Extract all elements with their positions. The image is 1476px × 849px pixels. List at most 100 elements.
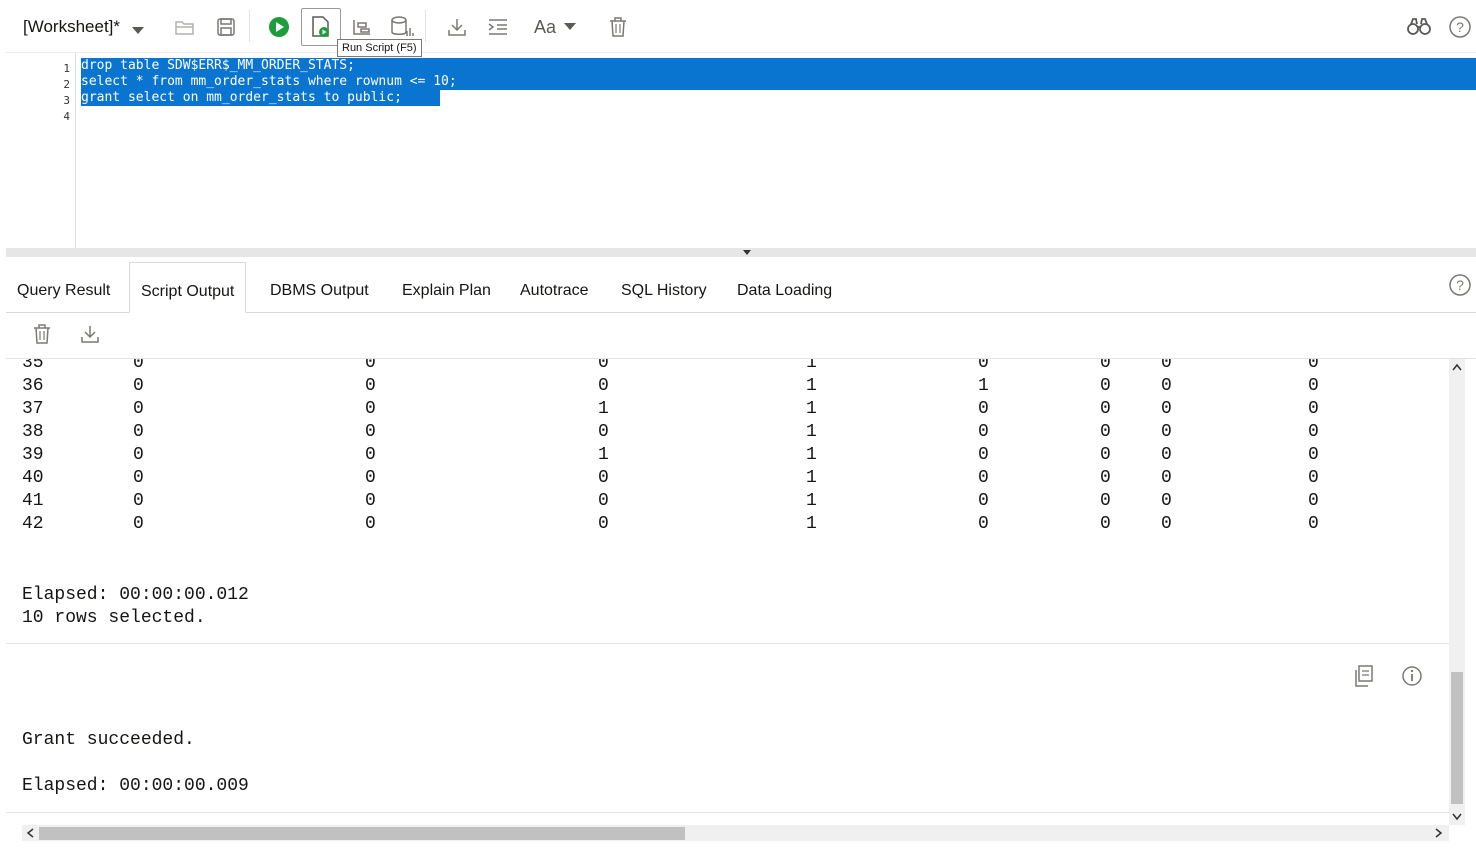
- format-indent-icon[interactable]: [485, 14, 511, 40]
- tab-script-output[interactable]: Script Output: [129, 262, 247, 313]
- table-cell: 0: [1308, 445, 1319, 465]
- table-cell: 35: [22, 359, 44, 373]
- worksheet-title[interactable]: [Worksheet]*: [23, 17, 120, 37]
- table-cell: 1: [806, 399, 817, 419]
- table-cell: 1: [806, 445, 817, 465]
- table-cell: 0: [365, 399, 376, 419]
- table-cell: 0: [1308, 359, 1319, 373]
- code-line[interactable]: grant select on mm_order_stats to public…: [81, 90, 402, 106]
- autotrace-icon[interactable]: [389, 14, 415, 40]
- clear-output-trash-icon[interactable]: [33, 324, 51, 349]
- table-cell: 0: [365, 359, 376, 373]
- tab-sql-history[interactable]: SQL History: [610, 262, 718, 311]
- vertical-scrollbar[interactable]: [1449, 359, 1465, 825]
- table-cell: 0: [1161, 514, 1172, 534]
- table-cell: 0: [598, 359, 609, 373]
- help-icon[interactable]: ?: [1449, 274, 1471, 301]
- tab-explain-plan[interactable]: Explain Plan: [391, 262, 502, 311]
- run-statement-icon[interactable]: [266, 14, 292, 40]
- table-cell: 0: [133, 445, 144, 465]
- table-cell: 0: [365, 376, 376, 396]
- download-icon[interactable]: [80, 324, 100, 349]
- svg-text:?: ?: [1456, 19, 1464, 35]
- table-cell: 0: [978, 359, 989, 373]
- help-icon[interactable]: ?: [1447, 14, 1473, 40]
- table-cell: 0: [598, 468, 609, 488]
- table-cell: 37: [22, 399, 44, 419]
- table-cell: 0: [1161, 468, 1172, 488]
- tab-autotrace[interactable]: Autotrace: [509, 262, 599, 311]
- table-cell: 1: [806, 491, 817, 511]
- worksheet-toolbar: [Worksheet]* Run Script (F5) Aa ?: [0, 0, 1476, 57]
- script-output-pane: 35 0 0 0 1 0 0 0 0 36 0 0 0 1 1 0 0 0 37 0 0 1 1 0 0 0 0 38 0 0 0 1 0 0 0 0…: [6, 359, 1449, 825]
- copy-icon[interactable]: [1354, 665, 1374, 692]
- line-number: 2: [63, 78, 70, 91]
- table-cell: 0: [1100, 376, 1111, 396]
- output-tabs: Query Result Script Output DBMS Output E…: [6, 262, 1476, 313]
- table-cell: 0: [365, 445, 376, 465]
- collapse-caret-icon[interactable]: [743, 250, 751, 255]
- line-number-gutter: 1 2 3 4: [6, 53, 76, 249]
- table-cell: 0: [598, 376, 609, 396]
- table-cell: 0: [1100, 468, 1111, 488]
- table-cell: 0: [1100, 359, 1111, 373]
- table-cell: 0: [133, 376, 144, 396]
- download-icon[interactable]: [444, 14, 470, 40]
- table-cell: 0: [598, 491, 609, 511]
- vertical-scroll-thumb[interactable]: [1451, 672, 1463, 804]
- table-cell: 0: [978, 468, 989, 488]
- table-cell: 0: [1100, 445, 1111, 465]
- table-cell: 41: [22, 491, 44, 511]
- table-cell: 0: [133, 468, 144, 488]
- table-cell: 0: [1308, 468, 1319, 488]
- table-cell: 0: [1100, 399, 1111, 419]
- save-icon[interactable]: [213, 14, 239, 40]
- tab-query-result[interactable]: Query Result: [6, 262, 121, 311]
- table-cell: 1: [806, 359, 817, 373]
- find-binoculars-icon[interactable]: [1406, 14, 1432, 40]
- open-folder-icon[interactable]: [172, 14, 198, 40]
- scroll-down-icon[interactable]: [1452, 813, 1462, 824]
- table-cell: 0: [978, 514, 989, 534]
- tab-dbms-output[interactable]: DBMS Output: [259, 262, 380, 311]
- info-icon[interactable]: [1401, 665, 1423, 692]
- table-cell: 0: [133, 359, 144, 373]
- chevron-down-icon[interactable]: [132, 22, 144, 40]
- font-size-menu[interactable]: Aa: [533, 14, 577, 40]
- table-cell: 42: [22, 514, 44, 534]
- pane-splitter[interactable]: [6, 248, 1476, 257]
- run-script-button[interactable]: [301, 8, 341, 46]
- output-toolbar: [6, 312, 1476, 359]
- table-cell: 36: [22, 376, 44, 396]
- table-cell: 0: [978, 399, 989, 419]
- table-cell: 38: [22, 422, 44, 442]
- table-cell: 0: [1161, 376, 1172, 396]
- output-divider: [6, 643, 1449, 644]
- table-cell: 39: [22, 445, 44, 465]
- table-cell: 0: [1161, 359, 1172, 373]
- table-cell: 0: [1161, 399, 1172, 419]
- table-cell: 0: [1308, 376, 1319, 396]
- table-cell: 1: [598, 399, 609, 419]
- horizontal-scroll-thumb[interactable]: [39, 827, 685, 840]
- table-cell: 0: [1161, 491, 1172, 511]
- code-line[interactable]: select * from mm_order_stats where rownu…: [81, 74, 457, 90]
- chevron-down-icon: [564, 23, 577, 30]
- table-cell: 0: [365, 514, 376, 534]
- line-number: 1: [63, 62, 70, 75]
- table-cell: 0: [598, 514, 609, 534]
- scroll-right-icon[interactable]: [1435, 828, 1443, 841]
- scroll-up-icon[interactable]: [1452, 363, 1462, 374]
- horizontal-scrollbar[interactable]: [22, 825, 1449, 841]
- svg-text:?: ?: [1456, 277, 1464, 293]
- table-cell: 0: [133, 491, 144, 511]
- table-cell: 0: [365, 491, 376, 511]
- code-line[interactable]: drop table SDW$ERR$_MM_ORDER_STATS;: [81, 58, 355, 74]
- explain-plan-icon[interactable]: [349, 14, 375, 40]
- toolbar-divider: [249, 10, 250, 42]
- trash-icon[interactable]: [605, 14, 631, 40]
- sql-editor[interactable]: 1 2 3 4 drop table SDW$ERR$_MM_ORDER_STA…: [6, 52, 1476, 249]
- table-cell: 1: [806, 468, 817, 488]
- tab-data-loading[interactable]: Data Loading: [726, 262, 843, 311]
- scroll-left-icon[interactable]: [26, 828, 34, 841]
